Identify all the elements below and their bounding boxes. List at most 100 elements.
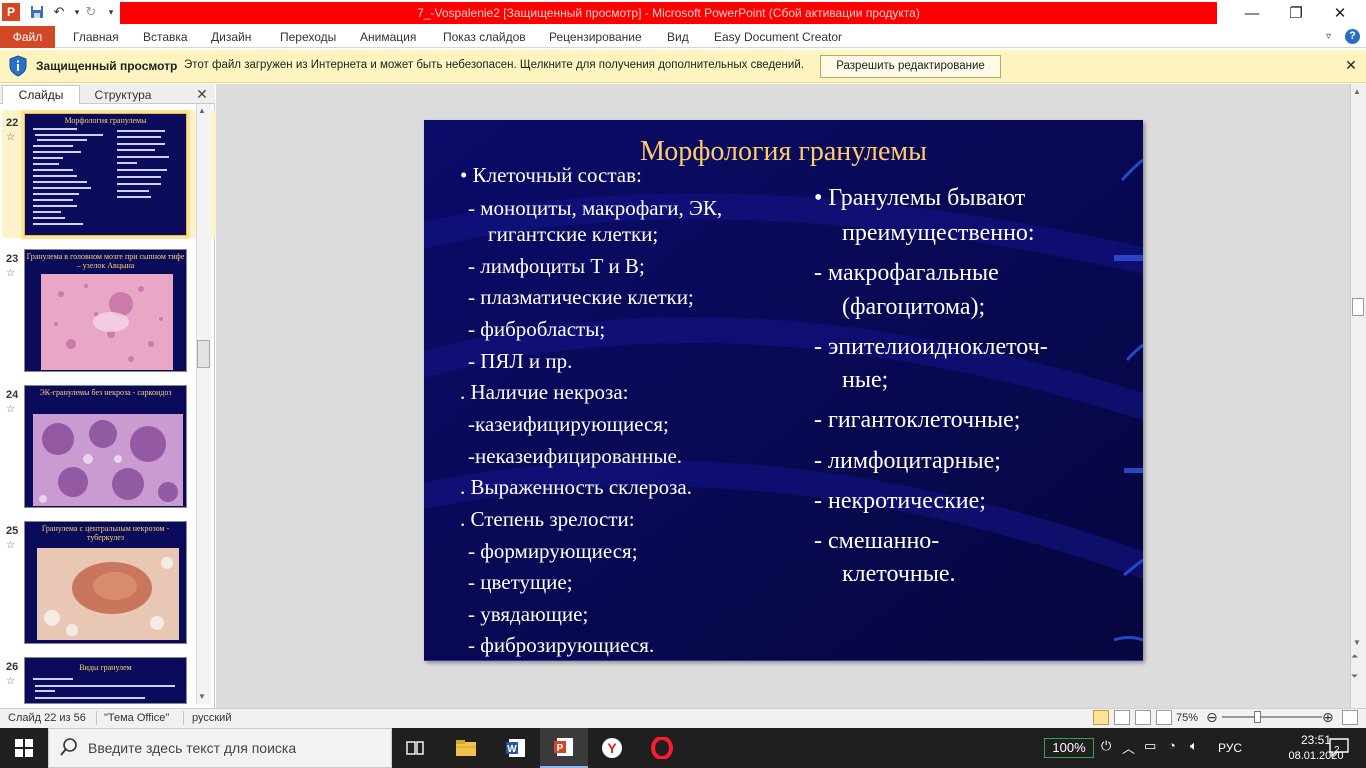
thumbnail-title: Гранулема в головном мозге при сыпном ти… — [26, 252, 185, 270]
divider — [183, 711, 184, 725]
slide-thumbnail-23[interactable]: Гранулема в головном мозге при сыпном ти… — [24, 249, 187, 372]
zoom-slider[interactable] — [1222, 716, 1322, 718]
slides-scrollbar-thumb[interactable] — [197, 340, 210, 368]
redo-icon[interactable]: ↻ — [82, 3, 100, 21]
slide-thumbnail-25[interactable]: Гранулема с центральным некрозом - тубер… — [24, 521, 187, 644]
scroll-up-icon[interactable]: ▲ — [198, 106, 206, 115]
tab-home[interactable]: Главная — [73, 26, 119, 48]
tab-slideshow[interactable]: Показ слайдов — [443, 26, 526, 48]
restore-icon[interactable]: ❐ — [1272, 0, 1320, 26]
zoom-out-icon[interactable]: ⊖ — [1206, 710, 1218, 724]
svg-text:P: P — [557, 743, 564, 754]
left-text-line: -казеифицирующиеся; — [468, 412, 669, 436]
tab-file[interactable]: Файл — [0, 26, 55, 48]
fit-to-window-icon[interactable] — [1342, 710, 1358, 725]
right-text-line: - макрофагальные — [814, 260, 999, 286]
editor-scrollbar[interactable] — [1350, 84, 1366, 708]
minimize-icon[interactable]: — — [1228, 0, 1276, 26]
left-text-line: - фибробласты; — [468, 317, 606, 341]
slides-scrollbar[interactable] — [196, 104, 211, 704]
window-title: 7_-Vospalenie2 [Защищенный просмотр] - M… — [120, 2, 1217, 24]
powerpoint-logo-icon[interactable]: P — [2, 3, 20, 21]
editor-scrollbar-thumb[interactable] — [1352, 298, 1364, 316]
theme-name[interactable]: "Тема Office" — [104, 710, 169, 726]
windows-start-icon[interactable] — [0, 728, 48, 768]
language-indicator[interactable]: русский — [192, 710, 231, 726]
close-pane-icon[interactable]: ✕ — [194, 86, 210, 102]
wifi-icon[interactable]: ◔ — [1168, 738, 1176, 753]
task-view-icon[interactable] — [392, 728, 440, 768]
help-icon[interactable]: ? — [1345, 29, 1360, 44]
volume-icon[interactable]: 🔈︎ — [1190, 738, 1198, 754]
scroll-down-icon[interactable]: ▼ — [198, 692, 206, 701]
tab-review[interactable]: Рецензирование — [549, 26, 642, 48]
tab-insert[interactable]: Вставка — [143, 26, 188, 48]
right-text-line: преимущественно: — [842, 220, 1035, 246]
zoom-in-icon[interactable]: ⊕ — [1322, 710, 1334, 724]
right-text-line: • Гранулемы бывают — [814, 185, 1026, 211]
histology-image — [41, 274, 173, 370]
slide-thumbnail-22[interactable]: Морфология гранулемы — [24, 113, 187, 236]
slide-canvas[interactable]: Морфология гранулемы • Клеточный состав:… — [424, 120, 1143, 661]
powerpoint-taskbar-icon[interactable]: P — [540, 728, 588, 768]
power-plug-icon[interactable]: ⏻ — [1101, 738, 1111, 754]
thumbnail-text-preview — [33, 128, 169, 225]
slide-number: 23 — [6, 253, 19, 265]
customize-toolbar-icon[interactable]: ▾ — [102, 3, 120, 21]
protected-view-message[interactable]: Этот файл загружен из Интернета и может … — [184, 59, 804, 71]
right-text-line: - смешанно- — [814, 528, 940, 554]
right-text-line: - лимфоцитарные; — [814, 448, 1001, 474]
tab-transitions[interactable]: Переходы — [280, 26, 336, 48]
right-text-line: (фагоцитома); — [842, 294, 986, 320]
right-text-line: клеточные. — [842, 561, 956, 587]
slideshow-icon[interactable] — [1156, 710, 1172, 725]
tab-design[interactable]: Дизайн — [211, 26, 251, 48]
slide-number: 24 — [6, 389, 19, 401]
right-text-line: - гигантоклеточные; — [814, 407, 1021, 433]
tab-animation[interactable]: Анимация — [360, 26, 416, 48]
right-text-line: ные; — [842, 367, 889, 393]
ribbon-collapse-icon[interactable]: ▿ — [1326, 26, 1331, 48]
star-icon: ☆ — [6, 132, 15, 143]
close-icon[interactable]: ✕ — [1316, 0, 1364, 26]
star-icon: ☆ — [6, 404, 15, 415]
save-icon[interactable] — [28, 3, 46, 21]
tab-slides[interactable]: Слайды — [2, 85, 80, 104]
show-hidden-icons-icon[interactable]: ︿ — [1122, 738, 1135, 757]
previous-slide-icon[interactable]: ⏶ — [1351, 652, 1358, 661]
tab-outline[interactable]: Структура — [84, 86, 162, 104]
thumbnail-title: Морфология гранулемы — [64, 116, 147, 125]
normal-view-icon[interactable] — [1093, 710, 1109, 725]
star-icon: ☆ — [6, 540, 15, 551]
file-explorer-icon[interactable] — [442, 728, 490, 768]
battery-icon[interactable]: ▭ — [1144, 738, 1156, 754]
slide-number: 22 — [6, 117, 19, 129]
left-text-line: . Наличие некроза: — [460, 380, 629, 404]
yandex-browser-icon[interactable]: Y — [588, 728, 636, 768]
scroll-down-icon[interactable]: ▼ — [1353, 638, 1361, 647]
left-text-line: • Клеточный состав: — [460, 163, 642, 187]
close-icon[interactable]: ✕ — [1343, 57, 1359, 73]
opera-icon[interactable] — [638, 728, 686, 768]
tab-view[interactable]: Вид — [667, 26, 689, 48]
word-icon[interactable]: W — [492, 728, 540, 768]
undo-icon[interactable]: ↶ — [50, 3, 68, 21]
zoom-level[interactable]: 75% — [1176, 710, 1198, 726]
left-text-line: . Степень зрелости: — [460, 507, 635, 531]
slide-thumbnail-26[interactable]: Виды гранулем — [24, 657, 187, 704]
input-language[interactable]: РУС — [1218, 741, 1242, 755]
left-text-line: - лимфоциты Т и В; — [468, 254, 645, 278]
right-text-line: - эпителиоидноклеточ- — [814, 334, 1048, 360]
scroll-up-icon[interactable]: ▲ — [1353, 87, 1361, 96]
slide-thumbnail-24[interactable]: ЭК-гранулемы без некроза - саркоидоз — [24, 385, 187, 508]
enable-editing-button[interactable]: Разрешить редактирование — [820, 55, 1001, 78]
next-slide-icon[interactable]: ⏷ — [1351, 672, 1358, 681]
battery-indicator[interactable]: 100% — [1044, 738, 1094, 758]
thumbnail-title: ЭК-гранулемы без некроза - саркоидоз — [39, 388, 172, 397]
reading-view-icon[interactable] — [1135, 710, 1151, 725]
left-text-line: . Выраженность склероза. — [460, 475, 693, 499]
tab-easy-document-creator[interactable]: Easy Document Creator — [714, 26, 842, 48]
notification-count: 2 — [1334, 745, 1340, 756]
zoom-slider-handle[interactable] — [1254, 711, 1261, 723]
slide-sorter-icon[interactable] — [1114, 710, 1130, 725]
